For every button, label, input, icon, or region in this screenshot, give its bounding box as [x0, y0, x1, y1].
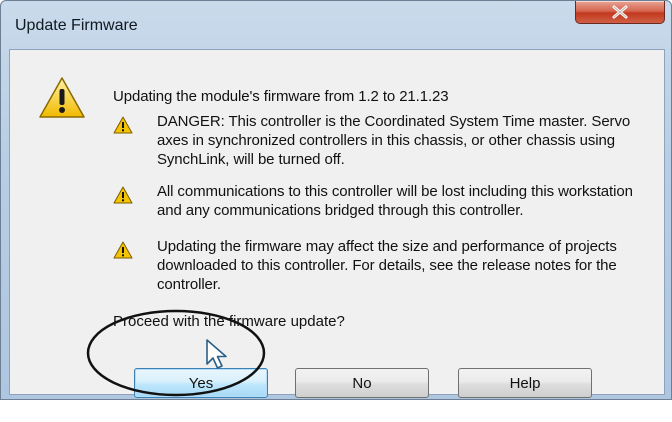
warning-text: DANGER: This controller is the Coordinat…: [157, 113, 631, 168]
warning-icon: [113, 186, 133, 204]
highlight-oval: [86, 309, 266, 397]
title-bar[interactable]: Update Firmware: [1, 1, 671, 49]
warning-text: All communications to this controller wi…: [157, 183, 633, 219]
window-title: Update Firmware: [15, 17, 138, 34]
warning-icon: [113, 241, 133, 259]
close-icon: [612, 5, 628, 19]
firmware-update-headline: Updating the module's firmware from 1.2 …: [113, 88, 449, 105]
close-button[interactable]: [575, 1, 665, 24]
warning-text: Updating the firmware may affect the siz…: [157, 238, 617, 293]
help-button[interactable]: Help: [458, 368, 592, 398]
mouse-pointer-icon: [206, 339, 227, 369]
warning-icon: [39, 77, 85, 118]
warning-icon: [113, 116, 133, 134]
no-button[interactable]: No: [295, 368, 429, 398]
